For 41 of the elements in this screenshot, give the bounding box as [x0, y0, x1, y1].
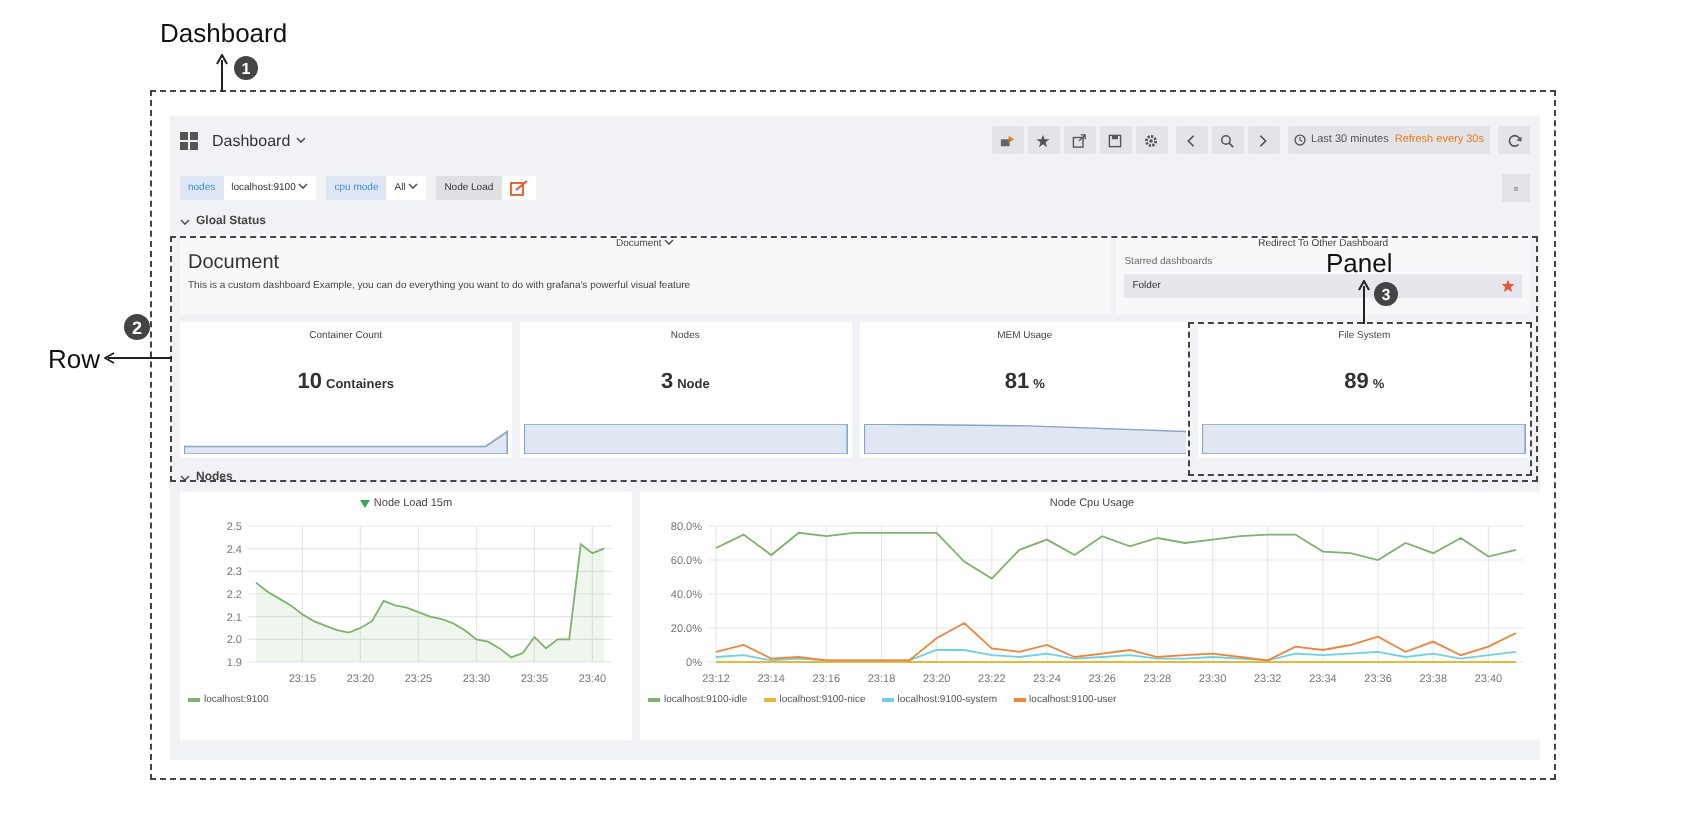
settings-icon: [1144, 133, 1159, 147]
stat-value: 89: [1344, 370, 1369, 394]
annotation-arrow: [216, 54, 228, 92]
caret-icon: [296, 136, 307, 144]
save-icon: [1108, 133, 1123, 147]
settings-button[interactable]: [1135, 126, 1168, 154]
caret-icon: [298, 182, 309, 190]
dashboard-menu[interactable]: Dashboard: [206, 126, 313, 154]
annotation-marker: 2: [124, 314, 150, 340]
chevron-right-button[interactable]: [1247, 126, 1280, 154]
add-panel-button[interactable]: [991, 126, 1024, 154]
share-button[interactable]: [1063, 126, 1096, 154]
refresh-button[interactable]: [1498, 126, 1530, 154]
annotation-label: Row: [48, 344, 101, 374]
stat-value: 3: [660, 370, 674, 394]
chevron-down-icon: [180, 473, 190, 481]
chevron-down-icon: [180, 217, 190, 225]
text-heading: Document: [188, 252, 282, 274]
chevron-right-icon: [1256, 133, 1271, 147]
star-icon: [1036, 133, 1051, 147]
stat-value: 81: [1004, 370, 1030, 394]
stat-value: 10: [297, 370, 323, 394]
chevron-left-icon: [1184, 133, 1199, 147]
caret-icon: [408, 182, 419, 190]
annotation-arrow: [1358, 280, 1370, 324]
grid-icon: [180, 131, 198, 149]
annotation-label: Panel: [1326, 248, 1393, 278]
edit-button[interactable]: [501, 176, 536, 200]
share-icon: [1072, 133, 1087, 147]
clock-icon: [1293, 134, 1306, 146]
caret-icon: [664, 238, 675, 246]
add-panel-icon: [1000, 133, 1015, 147]
annotation-marker: 1: [234, 56, 258, 80]
chevron-down-icon: [359, 500, 370, 508]
star-button[interactable]: [1027, 126, 1060, 154]
chevron-left-button[interactable]: [1175, 126, 1208, 154]
annotation-arrow: [104, 352, 172, 364]
annotation-label: Dashboard: [160, 18, 288, 48]
save-button[interactable]: [1099, 126, 1132, 154]
edit-icon: [509, 180, 528, 196]
refresh-icon: [1507, 133, 1521, 147]
